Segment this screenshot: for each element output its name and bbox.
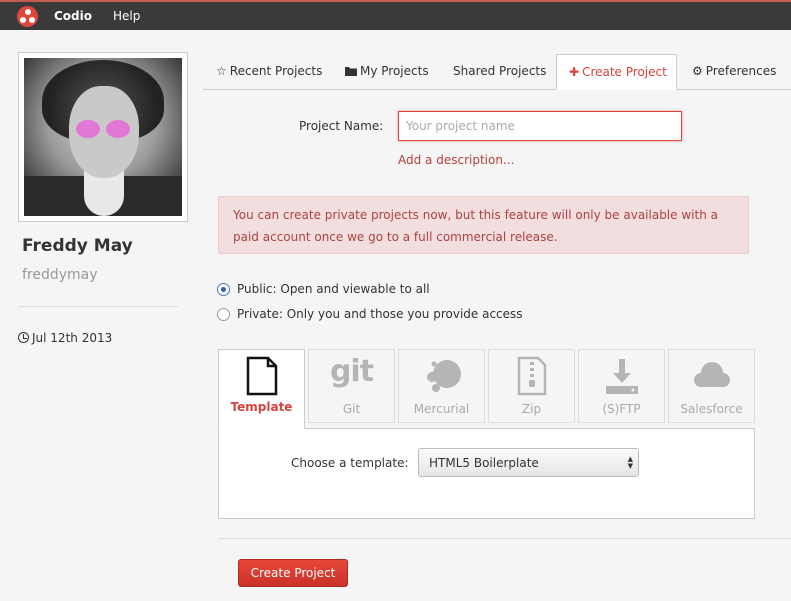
divider [18, 306, 178, 307]
visibility-public-option[interactable]: Public: Open and viewable to all [217, 282, 430, 296]
source-tile-git[interactable]: git Git [308, 349, 395, 423]
mercurial-icon [399, 350, 484, 396]
template-select[interactable]: HTML5 Boilerplate ▲ ▼ [418, 448, 639, 477]
tile-label: Zip [521, 402, 542, 416]
tab-label: Recent Projects [229, 64, 323, 78]
tab-label: Create Project [582, 65, 667, 79]
plus-icon: ✚ [569, 65, 580, 79]
add-description-link[interactable]: Add a description... [398, 153, 514, 167]
project-name-input[interactable] [398, 111, 682, 141]
tab-label: My Projects [360, 64, 429, 78]
codio-logo-icon[interactable] [17, 6, 38, 27]
joined-date: Jul 12th 2013 [18, 331, 112, 345]
template-select-value: HTML5 Boilerplate [429, 456, 539, 470]
tab-preferences[interactable]: ⚙ Preferences [692, 54, 776, 90]
tile-label: Mercurial [413, 402, 470, 416]
tab-recent-projects[interactable]: ☆ Recent Projects [216, 54, 322, 90]
choose-template-label: Choose a template: [291, 456, 409, 470]
clock-icon [18, 332, 29, 343]
source-tile-template[interactable]: Template [218, 349, 305, 429]
zip-icon [489, 350, 574, 396]
public-radio[interactable] [217, 283, 230, 296]
project-name-label: Project Name: [299, 119, 384, 133]
tab-create-project[interactable]: ✚ Create Project [556, 54, 677, 90]
profile-name: Freddy May [22, 236, 133, 256]
private-radio[interactable] [217, 308, 230, 321]
folder-icon [345, 64, 357, 78]
tab-my-projects[interactable]: My Projects [345, 54, 429, 90]
tab-shared-projects[interactable]: Shared Projects [453, 54, 546, 90]
source-tile-sftp[interactable]: (S)FTP [578, 349, 665, 423]
private-projects-alert: You can create private projects now, but… [218, 196, 749, 254]
avatar-image [24, 58, 182, 216]
tile-label: Salesforce [680, 402, 743, 416]
document-icon [219, 350, 304, 396]
private-radio-label: Private: Only you and those you provide … [237, 307, 523, 321]
tile-label: Template [230, 400, 293, 414]
cloud-icon [669, 350, 754, 396]
create-project-button[interactable]: Create Project [238, 559, 348, 587]
tab-label: Preferences [705, 64, 777, 78]
tile-label: Git [342, 402, 361, 416]
source-tile-zip[interactable]: Zip [488, 349, 575, 423]
visibility-private-option[interactable]: Private: Only you and those you provide … [217, 307, 523, 321]
gear-icon: ⚙ [692, 64, 703, 78]
help-menu[interactable]: Help [113, 9, 140, 23]
joined-date-text: Jul 12th 2013 [32, 331, 113, 345]
divider [218, 538, 791, 539]
source-tile-salesforce[interactable]: Salesforce [668, 349, 755, 423]
download-icon [579, 350, 664, 396]
git-icon: git [329, 354, 374, 389]
public-radio-label: Public: Open and viewable to all [237, 282, 430, 296]
tile-label: (S)FTP [602, 402, 641, 416]
profile-username: freddymay [22, 267, 98, 283]
avatar [18, 52, 188, 222]
source-tile-mercurial[interactable]: Mercurial [398, 349, 485, 423]
tab-label: Shared Projects [453, 64, 547, 78]
top-navbar: Codio Help [0, 0, 791, 30]
brand-link[interactable]: Codio [54, 9, 92, 23]
select-arrows-icon: ▲ ▼ [627, 455, 633, 470]
star-icon: ☆ [216, 64, 227, 78]
